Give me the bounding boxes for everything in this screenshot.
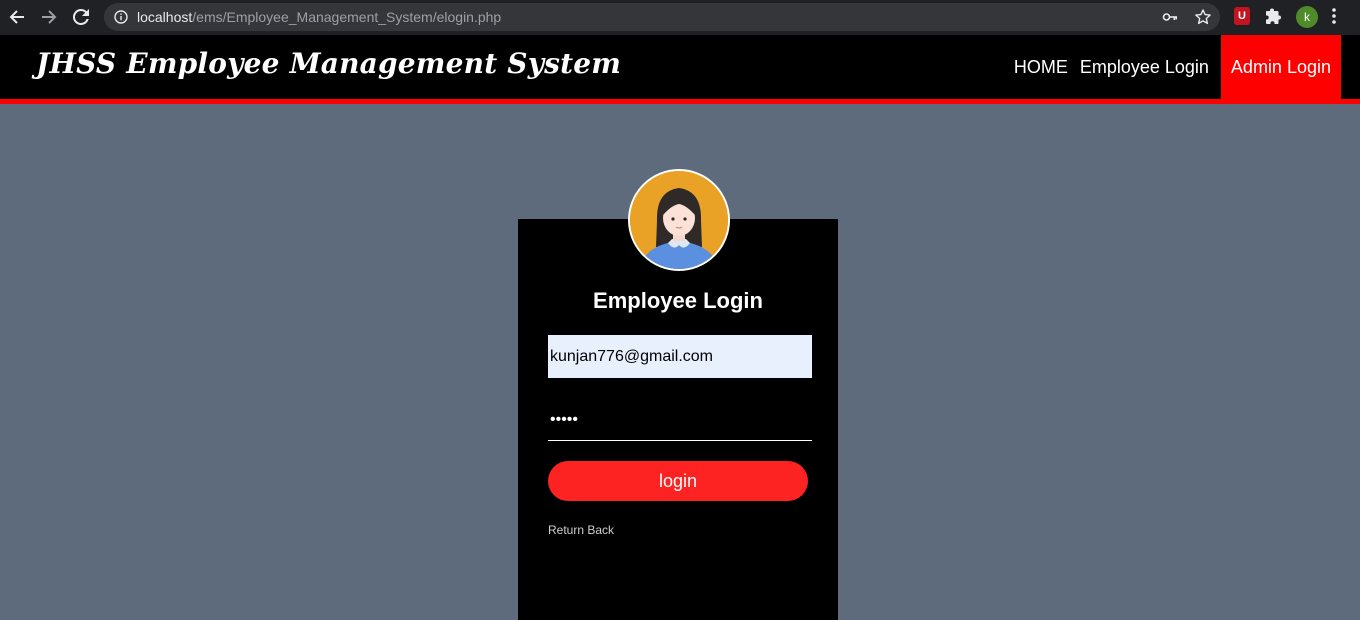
forward-arrow-icon[interactable] bbox=[38, 6, 60, 28]
login-title: Employee Login bbox=[593, 288, 763, 313]
profile-avatar[interactable]: k bbox=[1296, 6, 1318, 28]
info-icon[interactable] bbox=[114, 10, 128, 24]
user-avatar-icon bbox=[628, 169, 730, 271]
email-field[interactable] bbox=[548, 335, 812, 378]
ublock-extension-icon[interactable]: U bbox=[1234, 7, 1250, 25]
address-bar[interactable]: localhost/ems/Employee_Management_System… bbox=[104, 3, 1220, 31]
nav-admin-login-link[interactable]: Admin Login bbox=[1220, 35, 1341, 99]
key-icon[interactable] bbox=[1162, 9, 1178, 30]
password-field[interactable] bbox=[548, 399, 812, 441]
back-arrow-icon[interactable] bbox=[6, 6, 28, 28]
extensions-puzzle-icon[interactable] bbox=[1265, 7, 1283, 30]
url-text: localhost/ems/Employee_Management_System… bbox=[137, 9, 502, 25]
browser-toolbar: localhost/ems/Employee_Management_System… bbox=[0, 0, 1360, 35]
return-back-link[interactable]: Return Back bbox=[548, 523, 614, 537]
bookmark-star-icon[interactable] bbox=[1194, 8, 1212, 31]
login-card: Employee Login login Return Back bbox=[518, 219, 838, 620]
more-menu-icon[interactable] bbox=[1331, 7, 1337, 30]
nav-home-link[interactable]: HOME bbox=[1008, 35, 1074, 99]
main-nav: HOME Employee Login Admin Login bbox=[1008, 35, 1341, 99]
site-brand-title: JHSS Employee Management System bbox=[36, 47, 622, 80]
header-divider bbox=[0, 99, 1360, 104]
login-button[interactable]: login bbox=[548, 461, 808, 501]
reload-icon[interactable] bbox=[70, 6, 92, 28]
nav-employee-login-link[interactable]: Employee Login bbox=[1074, 35, 1215, 99]
site-header: JHSS Employee Management System HOME Emp… bbox=[0, 35, 1360, 99]
